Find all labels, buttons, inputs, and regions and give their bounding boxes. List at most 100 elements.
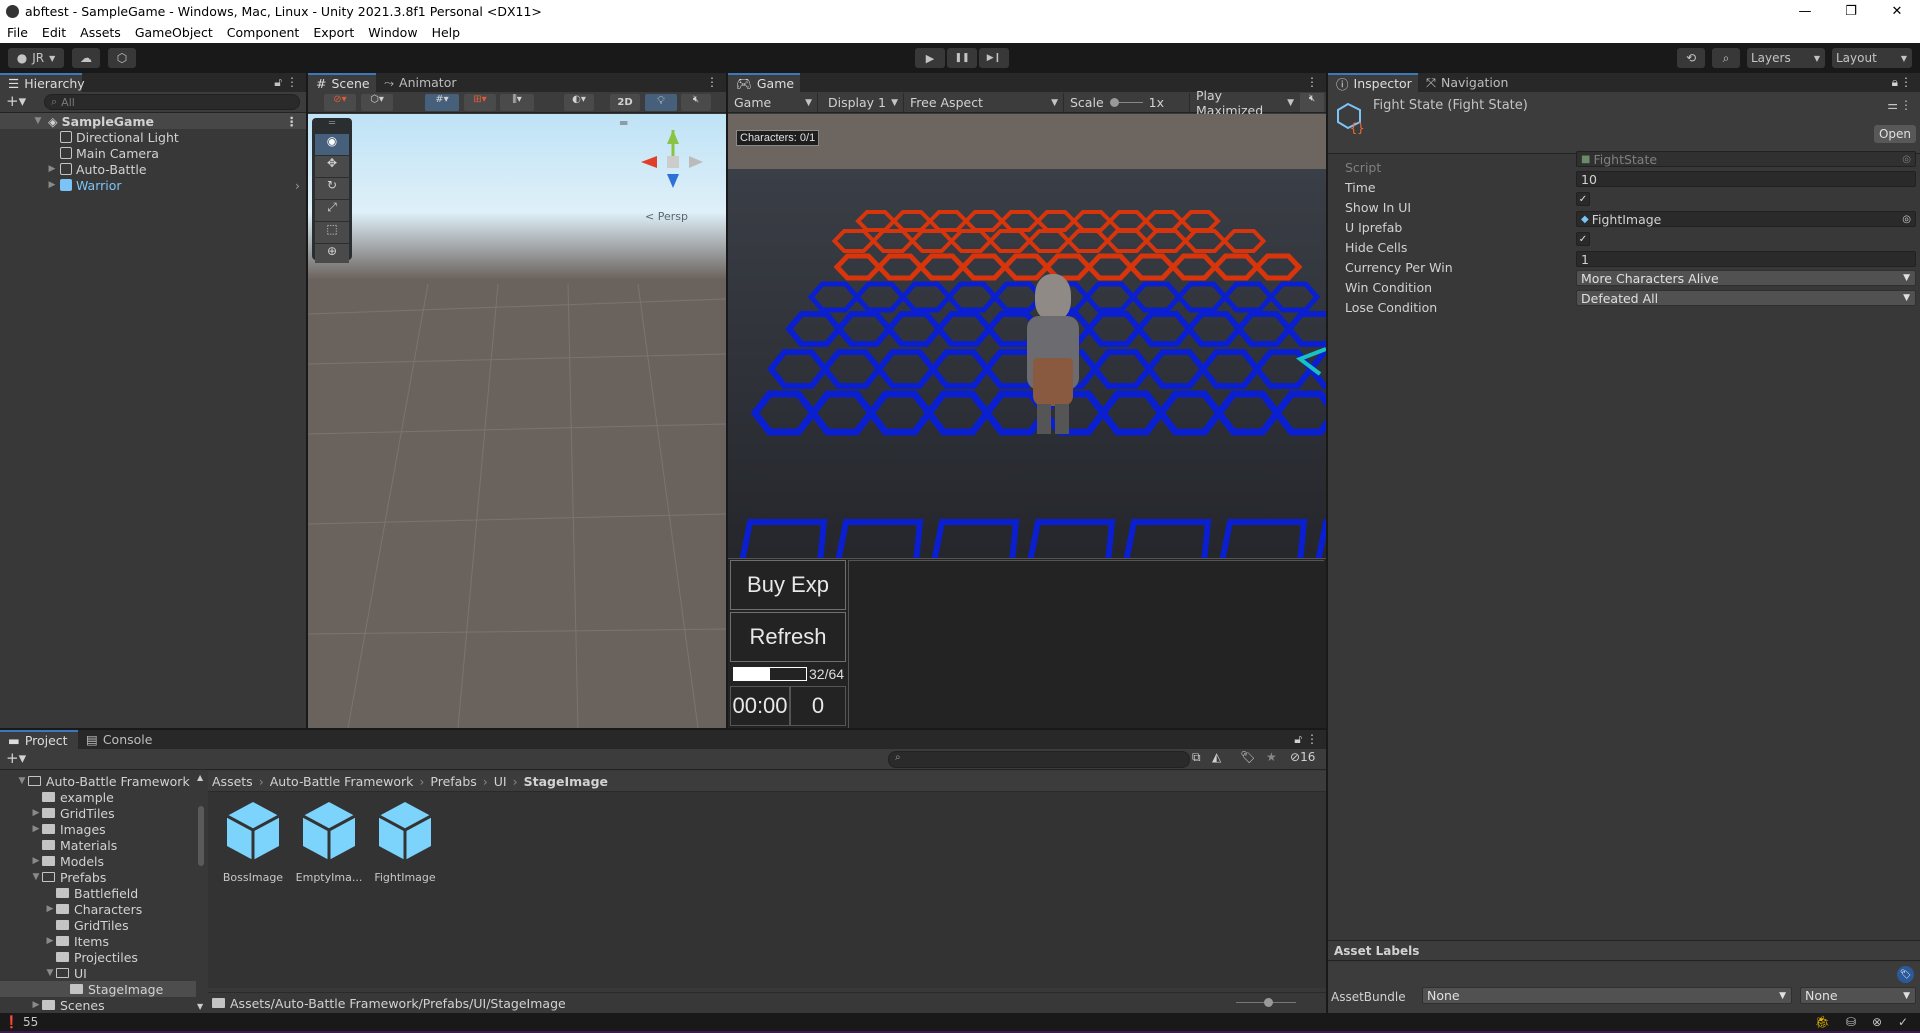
step-button[interactable]: ▶❙ xyxy=(979,48,1009,68)
tab-game[interactable]: 🎮︎ Game xyxy=(728,73,800,92)
hex-cell[interactable] xyxy=(1272,390,1326,436)
menu-assets[interactable]: Assets xyxy=(73,25,128,40)
layout-dropdown[interactable]: Layout ▼ xyxy=(1832,48,1912,68)
breadcrumb-item[interactable]: Prefabs xyxy=(430,774,476,789)
hex-cell[interactable] xyxy=(807,281,861,313)
slider-handle[interactable] xyxy=(1109,98,1119,107)
bug-warning-icon[interactable]: 🐞︎ xyxy=(1815,1015,1830,1029)
hierarchy-item[interactable]: Directional Light xyxy=(0,129,306,145)
hex-cell[interactable] xyxy=(1083,281,1137,313)
menu-help[interactable]: Help xyxy=(425,25,468,40)
asset-item[interactable]: BossImage xyxy=(213,800,293,884)
win-condition-dropdown[interactable]: More Characters Alive ▼ xyxy=(1576,270,1916,286)
hex-cell[interactable] xyxy=(1285,311,1326,347)
add-object-button[interactable]: +▾ xyxy=(6,92,26,110)
more-options-icon[interactable]: ⋮ xyxy=(706,75,718,89)
hex-cell[interactable] xyxy=(909,229,955,253)
hierarchy-item[interactable]: ▶ Auto-Battle xyxy=(0,161,306,177)
undo-history-button[interactable]: ⟲ xyxy=(1677,48,1705,68)
tab-animator[interactable]: ⤳ Animator xyxy=(376,73,465,92)
more-options-icon[interactable]: ⋮ xyxy=(286,75,298,89)
folder-tree-item[interactable]: ▶ GridTiles xyxy=(0,805,196,821)
folder-tree-item[interactable]: Battlefield xyxy=(0,885,196,901)
hex-cell[interactable] xyxy=(750,390,818,436)
game-viewport[interactable]: Characters: 0/1 Buy Exp Refresh 32/64 00… xyxy=(728,114,1326,728)
hex-cell[interactable] xyxy=(948,229,994,253)
hex-cell[interactable] xyxy=(987,229,1033,253)
folder-tree-item[interactable]: ▶ Scenes xyxy=(0,997,196,1013)
folder-tree-item[interactable]: ▼ Prefabs xyxy=(0,869,196,885)
increment-snap-dropdown[interactable]: ⫼▾ xyxy=(500,94,534,111)
asset-item[interactable]: FightImage xyxy=(365,800,445,884)
hex-cell[interactable] xyxy=(917,253,967,281)
chevron-right-icon[interactable]: › xyxy=(295,178,300,193)
folder-tree-item[interactable]: ▶ Models xyxy=(0,853,196,869)
hidden-packages-toggle[interactable]: ⊘16 xyxy=(1290,750,1315,764)
tab-inspector[interactable]: ⓘ Inspector xyxy=(1328,73,1418,92)
rotate-tool-icon[interactable]: ↻ xyxy=(315,178,349,199)
hex-cell[interactable] xyxy=(929,349,991,389)
minimize-button[interactable]: — xyxy=(1782,0,1828,22)
scene-gizmo[interactable] xyxy=(633,122,713,202)
hex-cell[interactable] xyxy=(767,349,829,389)
folder-tree-item[interactable]: ▶ Items xyxy=(0,933,196,949)
hex-cell[interactable] xyxy=(1182,229,1228,253)
hex-cell[interactable] xyxy=(1235,311,1293,347)
move-tool-icon[interactable]: ✥ xyxy=(315,156,349,177)
hex-cell[interactable] xyxy=(1253,253,1303,281)
breadcrumb-item[interactable]: Assets xyxy=(212,774,253,789)
hex-cell[interactable] xyxy=(1085,311,1143,347)
hierarchy-search-input[interactable]: ⌕ All xyxy=(44,94,300,110)
hex-cell[interactable] xyxy=(1107,210,1149,232)
time-input[interactable]: 10 xyxy=(1576,171,1916,187)
menu-gameobject[interactable]: GameObject xyxy=(128,25,220,40)
expand-arrow-icon[interactable]: ▶ xyxy=(44,936,56,946)
more-options-icon[interactable]: ⋮ xyxy=(1306,75,1318,89)
hex-cell[interactable] xyxy=(1085,253,1135,281)
hex-cell[interactable] xyxy=(1267,281,1321,313)
pause-button[interactable]: ❚❚ xyxy=(947,48,977,68)
close-button[interactable]: ✕ xyxy=(1874,0,1920,22)
folder-tree-item[interactable]: ▶ Characters xyxy=(0,901,196,917)
expand-arrow-icon[interactable]: ▼ xyxy=(16,776,28,786)
object-picker-icon[interactable]: ◎ xyxy=(1902,154,1911,165)
play-mode-dropdown[interactable]: Play Maximized ▼ xyxy=(1189,88,1299,118)
filter-by-label-icon[interactable]: 🏷︎ xyxy=(1240,750,1255,764)
create-asset-button[interactable]: +▾ xyxy=(6,749,26,767)
hex-cell[interactable] xyxy=(927,210,969,232)
asset-item[interactable]: EmptyIma... xyxy=(289,800,369,884)
status-ok-icon[interactable]: ✓ xyxy=(1898,1015,1908,1029)
hex-cell[interactable] xyxy=(1143,210,1185,232)
account-dropdown[interactable]: ● JR ▼ xyxy=(8,48,64,68)
lock-icon[interactable]: 🔓︎ xyxy=(1294,732,1302,747)
hex-cell[interactable] xyxy=(1071,210,1113,232)
layers-dropdown[interactable]: Layers ▼ xyxy=(1747,48,1825,68)
tab-hierarchy[interactable]: ☰ Hierarchy xyxy=(0,73,85,92)
hex-cell[interactable] xyxy=(1185,311,1243,347)
auto-generate-lighting-icon[interactable]: ⊗ xyxy=(1872,1015,1882,1029)
hex-cell[interactable] xyxy=(885,311,943,347)
hex-cell[interactable] xyxy=(875,349,937,389)
scale-slider[interactable]: Scale 1x xyxy=(1064,93,1189,112)
more-options-icon[interactable]: ⋮ xyxy=(1900,75,1912,89)
view-tool-icon[interactable]: ◉ xyxy=(315,134,349,155)
folder-tree-item[interactable]: Materials xyxy=(0,837,196,853)
hex-cell[interactable] xyxy=(1169,253,1219,281)
tab-console[interactable]: ▤ Console xyxy=(78,730,160,749)
hex-cell[interactable] xyxy=(833,253,883,281)
hex-cell[interactable] xyxy=(1221,229,1267,253)
audio-toggle[interactable]: 🔇︎ xyxy=(681,94,711,111)
breadcrumb-item[interactable]: Auto-Battle Framework xyxy=(270,774,414,789)
hex-cell[interactable] xyxy=(1065,229,1111,253)
assetbundle-dropdown[interactable]: None ▼ xyxy=(1422,987,1792,1004)
scale-tool-icon[interactable]: ⤢ xyxy=(315,200,349,221)
camera-settings-dropdown[interactable]: ⬡▾ xyxy=(361,94,393,111)
folder-tree-item[interactable]: GridTiles xyxy=(0,917,196,933)
menu-file[interactable]: File xyxy=(0,25,35,40)
folder-tree-item[interactable]: ▶ Images xyxy=(0,821,196,837)
cache-server-icon[interactable]: ⛁ xyxy=(1846,1015,1856,1029)
hex-cell[interactable] xyxy=(945,281,999,313)
hex-cell[interactable] xyxy=(1127,253,1177,281)
expand-arrow-icon[interactable]: ▶ xyxy=(46,164,58,174)
hex-cell[interactable] xyxy=(935,311,993,347)
